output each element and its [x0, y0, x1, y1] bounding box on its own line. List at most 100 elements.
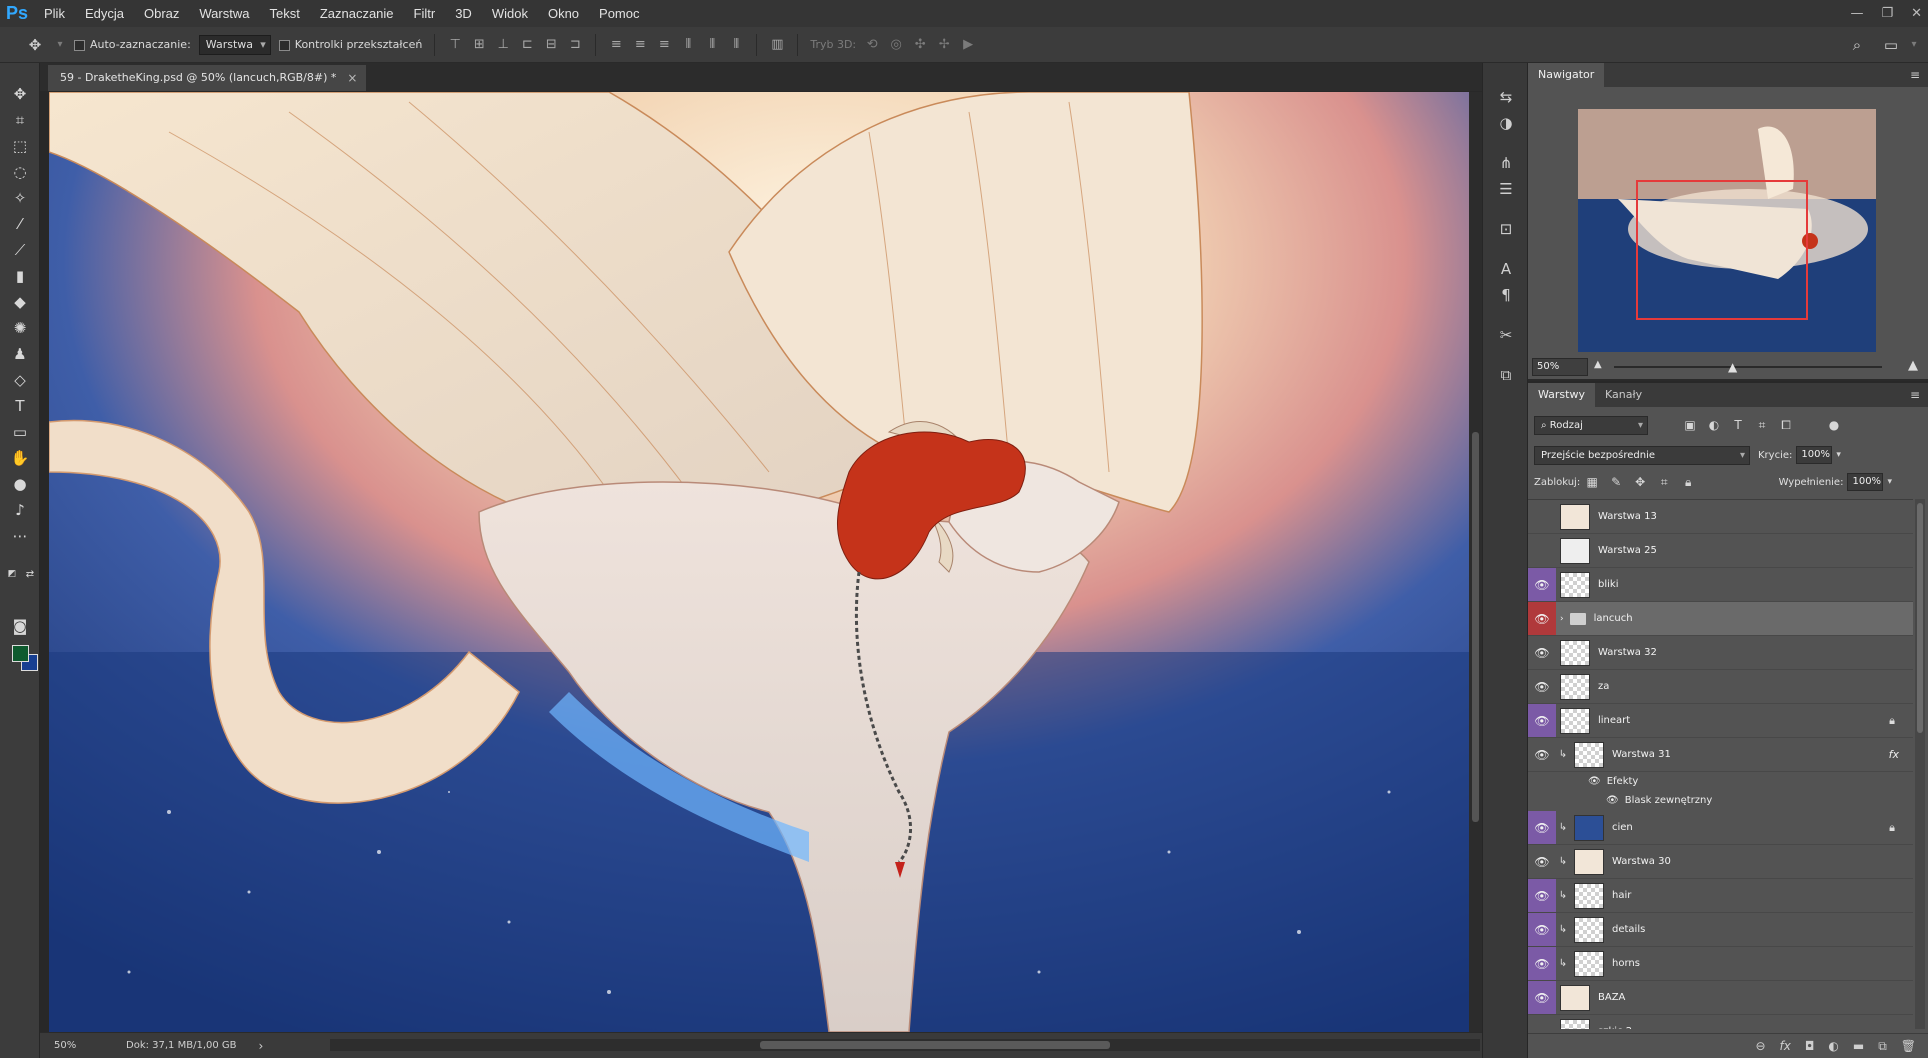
new-adjustment-icon[interactable]: ◐ — [1828, 1039, 1838, 1053]
distribute-right-icon[interactable]: ⦀ — [728, 37, 744, 53]
close-icon[interactable]: × — [347, 65, 357, 91]
distribute-hcenter-icon[interactable]: ⦀ — [704, 37, 720, 53]
vertical-scroll-thumb[interactable] — [1472, 432, 1479, 822]
opacity-dropdown-icon[interactable]: ▾ — [1836, 450, 1841, 460]
outer-glow-row[interactable]: 👁︎ Blask zewnętrzny — [1528, 791, 1913, 810]
lock-position-icon[interactable]: ✥ — [1628, 475, 1652, 489]
fill-dropdown-icon[interactable]: ▾ — [1887, 477, 1892, 487]
visibility-eye-icon[interactable]: 👁︎ — [1528, 981, 1556, 1014]
adjustment-filter-icon[interactable]: ◐ — [1702, 418, 1726, 432]
pixel-filter-icon[interactable]: ▣ — [1678, 418, 1702, 432]
hand-tool-icon[interactable]: ✋ — [9, 447, 31, 469]
layer-row[interactable]: 👁︎ lineart 🔒︎ — [1528, 704, 1913, 738]
auto-select-checkbox[interactable]: Auto-zaznaczanie: — [74, 38, 191, 51]
layer-name[interactable]: Warstwa 30 — [1612, 856, 1671, 867]
auto-align-icon[interactable]: ▥ — [769, 37, 785, 53]
lock-all-icon[interactable]: 🔒︎ — [1676, 475, 1700, 490]
layer-filter-kind-select[interactable]: ⌕ Rodzaj — [1534, 415, 1648, 435]
visibility-eye-icon[interactable]: 👁︎ — [1528, 947, 1556, 980]
align-left-icon[interactable]: ⊏ — [519, 37, 535, 53]
foreground-color-swatch[interactable] — [12, 645, 29, 662]
panel-menu-icon[interactable]: ≡ — [1910, 388, 1920, 402]
layer-name[interactable]: cien — [1612, 822, 1633, 833]
distribute-left-icon[interactable]: ⦀ — [680, 37, 696, 53]
visibility-eye-icon[interactable]: 👁︎ — [1528, 568, 1556, 601]
artboard-tool-icon[interactable]: ⌗ — [9, 109, 31, 131]
tab-channels[interactable]: Kanały — [1595, 383, 1652, 407]
layer-row[interactable]: 👁︎ ↳ horns — [1528, 947, 1913, 981]
effects-row[interactable]: 👁︎ Efekty — [1528, 772, 1913, 791]
layer-row[interactable]: 👁︎ ↳ hair — [1528, 879, 1913, 913]
menu-4[interactable]: Tekst — [259, 0, 309, 27]
horizontal-scroll-thumb[interactable] — [760, 1041, 1110, 1049]
visibility-eye-icon[interactable]: 👁︎ — [1528, 534, 1556, 567]
paragraph-icon[interactable]: ¶ — [1496, 285, 1516, 305]
document-tab[interactable]: 59 - DraketheKing.psd @ 50% (lancuch,RGB… — [48, 65, 367, 91]
filter-toggle-icon[interactable]: ● — [1822, 418, 1846, 432]
menu-10[interactable]: Pomoc — [589, 0, 649, 27]
transform-controls-checkbox[interactable]: Kontrolki przekształceń — [278, 38, 422, 51]
layer-row[interactable]: 👁︎ szkic 2 — [1528, 1015, 1913, 1029]
distribute-bottom-icon[interactable]: ≡ — [656, 37, 672, 53]
blur-tool-icon[interactable]: ● — [9, 473, 31, 495]
layer-row[interactable]: 👁︎ ↳ cien 🔒︎ — [1528, 811, 1913, 845]
align-top-icon[interactable]: ⊤ — [447, 37, 463, 53]
visibility-eye-icon[interactable]: 👁︎ — [1528, 602, 1556, 635]
layer-row[interactable]: 👁︎ za — [1528, 670, 1913, 704]
magic-wand-icon[interactable]: ✧ — [9, 187, 31, 209]
paint-bucket-icon[interactable]: ◆ — [9, 291, 31, 313]
eyedropper-icon[interactable]: ⟋ — [9, 239, 31, 261]
3d-roll-icon[interactable]: ◎ — [888, 37, 904, 53]
menu-0[interactable]: Plik — [34, 0, 75, 27]
auto-select-target-select[interactable]: Warstwa — [198, 34, 271, 55]
navigator-zoom-field[interactable]: 50% — [1532, 358, 1588, 376]
smart-object-filter-icon[interactable]: ⧠ — [1774, 418, 1798, 433]
layer-row[interactable]: 👁︎ bliki — [1528, 568, 1913, 602]
layer-name[interactable]: horns — [1612, 958, 1640, 969]
visibility-eye-icon[interactable]: 👁︎ — [1528, 811, 1556, 844]
character-icon[interactable]: A — [1496, 259, 1516, 279]
lock-artboard-icon[interactable]: ⌗ — [1652, 475, 1676, 490]
type-tool-icon[interactable]: T — [9, 395, 31, 417]
default-colors-icon[interactable]: ◩ — [6, 563, 18, 585]
healing-brush-icon[interactable]: ✺ — [9, 317, 31, 339]
delete-layer-icon[interactable]: 🗑︎ — [1901, 1039, 1916, 1053]
visibility-eye-icon[interactable]: 👁︎ — [1528, 500, 1556, 533]
dodge-tool-icon[interactable]: ♪ — [9, 499, 31, 521]
navigator-view-box[interactable] — [1636, 180, 1808, 320]
layers-scrollbar[interactable] — [1915, 499, 1925, 1029]
layer-row[interactable]: 👁︎ ↳ Warstwa 30 — [1528, 845, 1913, 879]
lasso-tool-icon[interactable]: ◌ — [9, 161, 31, 183]
tool-presets-icon[interactable]: ✂ — [1496, 325, 1516, 345]
layer-row[interactable]: 👁︎ BAZA — [1528, 981, 1913, 1015]
zoom-slider-knob[interactable]: ▲ — [1728, 360, 1737, 374]
chevron-down-icon[interactable]: ▾ — [1908, 39, 1920, 50]
outer-glow-eye-icon[interactable]: 👁︎ — [1606, 795, 1619, 806]
chevron-right-icon[interactable]: › — [1560, 614, 1564, 624]
menu-7[interactable]: 3D — [445, 0, 482, 27]
history-icon[interactable]: ⇆ — [1496, 87, 1516, 107]
tab-navigator[interactable]: Nawigator — [1528, 63, 1605, 87]
zoom-in-icon[interactable]: ▲ — [1908, 358, 1918, 373]
lock-pixels-icon[interactable]: ✎ — [1604, 475, 1628, 489]
panel-menu-icon[interactable]: ≡ — [1910, 68, 1920, 82]
stamp-tool-icon[interactable]: ♟ — [9, 343, 31, 365]
distribute-top-icon[interactable]: ≡ — [608, 37, 624, 53]
brushes-icon[interactable]: ⋔ — [1496, 153, 1516, 173]
menu-2[interactable]: Obraz — [134, 0, 189, 27]
visibility-eye-icon[interactable]: 👁︎ — [1528, 704, 1556, 737]
menu-1[interactable]: Edycja — [75, 0, 134, 27]
visibility-eye-icon[interactable]: 👁︎ — [1528, 845, 1556, 878]
document-canvas[interactable] — [49, 92, 1469, 1032]
layer-effects-icon[interactable]: fx — [1889, 748, 1899, 761]
type-filter-icon[interactable]: T — [1726, 418, 1750, 432]
navigator-thumbnail[interactable] — [1578, 109, 1876, 352]
add-style-icon[interactable]: fx — [1780, 1039, 1791, 1053]
canvas-vertical-scrollbar[interactable] — [1469, 92, 1482, 1032]
chevron-down-icon[interactable]: ▾ — [54, 39, 66, 50]
gradient-tool-icon[interactable]: ▮ — [9, 265, 31, 287]
visibility-eye-icon[interactable]: 👁︎ — [1528, 670, 1556, 703]
brush-tool-icon[interactable]: ⁄ — [9, 213, 31, 235]
canvas-horizontal-scrollbar[interactable] — [330, 1039, 1480, 1051]
visibility-eye-icon[interactable]: 👁︎ — [1528, 879, 1556, 912]
